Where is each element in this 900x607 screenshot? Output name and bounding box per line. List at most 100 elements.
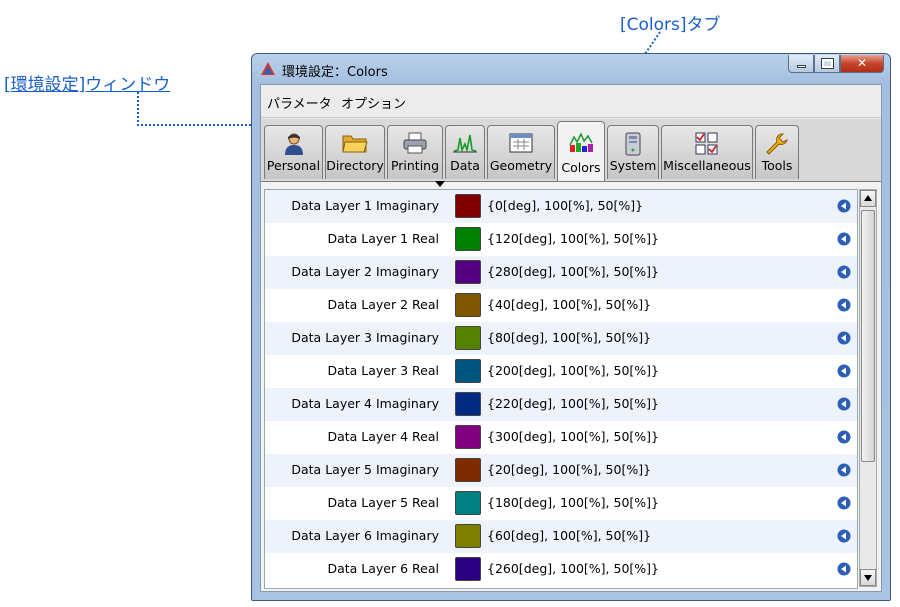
expand-arrow-icon[interactable]	[837, 364, 851, 378]
expand-arrow-icon[interactable]	[837, 529, 851, 543]
folder-icon	[342, 135, 368, 153]
wrench-icon	[766, 133, 788, 155]
row-label: Data Layer 1 Imaginary	[291, 198, 439, 213]
close-button[interactable]: ✕	[840, 55, 884, 73]
color-swatch-button[interactable]	[455, 458, 481, 482]
color-swatch-button[interactable]	[455, 260, 481, 284]
expand-arrow-icon[interactable]	[837, 463, 851, 477]
minimize-icon	[797, 65, 806, 68]
expand-arrow-icon[interactable]	[837, 496, 851, 510]
color-swatch-button[interactable]	[455, 524, 481, 548]
row-label: Data Layer 6 Real	[327, 561, 439, 576]
row-label: Data Layer 2 Real	[327, 297, 439, 312]
menu-parameters[interactable]: パラメータ	[267, 93, 332, 112]
expand-arrow-icon[interactable]	[837, 430, 851, 444]
row-label: Data Layer 5 Imaginary	[291, 462, 439, 477]
tab-label: Geometry	[489, 158, 553, 173]
tab-label: System	[609, 158, 657, 173]
expand-arrow-icon[interactable]	[837, 232, 851, 246]
row-value: {0[deg], 100[%], 50[%]}	[487, 198, 644, 213]
tab-data[interactable]: Data	[445, 125, 485, 179]
color-swatch-button[interactable]	[455, 194, 481, 218]
color-row: Data Layer 5 Imaginary {20[deg], 100[%],…	[265, 454, 857, 487]
expand-arrow-icon[interactable]	[837, 199, 851, 213]
expand-arrow-icon[interactable]	[837, 265, 851, 279]
tab-directory[interactable]: Directory	[325, 125, 385, 179]
color-swatch-button[interactable]	[455, 491, 481, 515]
row-label: Data Layer 4 Real	[327, 429, 439, 444]
row-value: {80[deg], 100[%], 50[%]}	[487, 330, 652, 345]
tab-label: Directory	[326, 158, 384, 173]
row-value: {20[deg], 100[%], 50[%]}	[487, 462, 652, 477]
data-plot-icon	[453, 134, 477, 154]
scroll-down-button[interactable]	[860, 569, 876, 586]
color-swatch-button[interactable]	[455, 557, 481, 581]
preferences-window: 環境設定：Colors ✕ パラメータ オプション Personal Direc…	[251, 53, 891, 601]
row-label: Data Layer 6 Imaginary	[291, 528, 439, 543]
expand-arrow-icon[interactable]	[837, 298, 851, 312]
window-client: パラメータ オプション Personal Directory Printing …	[260, 84, 882, 592]
color-row: Data Layer 1 Real {120[deg], 100[%], 50[…	[265, 223, 857, 256]
row-value: {40[deg], 100[%], 50[%]}	[487, 297, 652, 312]
color-swatch-button[interactable]	[455, 425, 481, 449]
printer-icon	[403, 132, 427, 154]
color-swatch-button[interactable]	[455, 227, 481, 251]
menu-options[interactable]: オプション	[341, 93, 406, 112]
geometry-icon	[509, 133, 533, 153]
expand-arrow-icon[interactable]	[837, 331, 851, 345]
scroll-up-button[interactable]	[860, 190, 876, 207]
maximize-button[interactable]	[814, 55, 840, 73]
row-label: Data Layer 4 Imaginary	[291, 396, 439, 411]
row-value: {120[deg], 100[%], 50[%]}	[487, 231, 659, 246]
tab-printing[interactable]: Printing	[387, 125, 443, 179]
scroll-thumb[interactable]	[861, 210, 875, 462]
row-value: {300[deg], 100[%], 50[%]}	[487, 429, 659, 444]
row-value: {220[deg], 100[%], 50[%]}	[487, 396, 659, 411]
expand-arrow-icon[interactable]	[837, 397, 851, 411]
tab-tools[interactable]: Tools	[755, 125, 799, 179]
color-row: Data Layer 4 Imaginary {220[deg], 100[%]…	[265, 388, 857, 421]
title-bar[interactable]: 環境設定：Colors ✕	[252, 54, 890, 84]
row-label: Data Layer 5 Real	[327, 495, 439, 510]
row-label: Data Layer 3 Imaginary	[291, 330, 439, 345]
color-swatch-button[interactable]	[455, 293, 481, 317]
color-row: Data Layer 6 Imaginary {60[deg], 100[%],…	[265, 520, 857, 553]
color-swatch-button[interactable]	[455, 392, 481, 416]
tab-miscellaneous[interactable]: Miscellaneous	[661, 125, 753, 179]
colors-panel: Data Layer 1 Imaginary {0[deg], 100[%], …	[261, 181, 881, 591]
tab-label: Data	[450, 158, 480, 173]
color-settings-list: Data Layer 1 Imaginary {0[deg], 100[%], …	[264, 189, 858, 589]
system-icon	[625, 132, 641, 156]
color-row: Data Layer 5 Real {180[deg], 100[%], 50[…	[265, 487, 857, 520]
vertical-scrollbar[interactable]	[859, 189, 877, 587]
tab-label: Colors	[561, 160, 601, 175]
color-row: Data Layer 1 Imaginary {0[deg], 100[%], …	[265, 190, 857, 223]
person-icon	[284, 133, 303, 155]
tab-label: Personal	[266, 158, 321, 173]
expand-arrow-icon[interactable]	[837, 562, 851, 576]
tab-system[interactable]: System	[607, 125, 659, 179]
minimize-button[interactable]	[788, 55, 814, 73]
color-row: Data Layer 6 Real {260[deg], 100[%], 50[…	[265, 553, 857, 586]
window-controls: ✕	[788, 55, 884, 73]
tab-label: Printing	[390, 158, 440, 173]
column-resize-marker-icon	[435, 181, 445, 187]
tab-personal[interactable]: Personal	[264, 125, 323, 179]
row-value: {60[deg], 100[%], 50[%]}	[487, 528, 652, 543]
menu-bar: パラメータ オプション	[261, 85, 881, 118]
maximize-icon	[822, 59, 833, 68]
color-row: Data Layer 2 Imaginary {280[deg], 100[%]…	[265, 256, 857, 289]
checkbox-grid-icon	[695, 132, 718, 155]
row-value: {280[deg], 100[%], 50[%]}	[487, 264, 659, 279]
color-swatch-button[interactable]	[455, 326, 481, 350]
row-label: Data Layer 3 Real	[327, 363, 439, 378]
color-row: Data Layer 2 Real {40[deg], 100[%], 50[%…	[265, 289, 857, 322]
app-logo-icon	[261, 62, 275, 75]
tab-geometry[interactable]: Geometry	[487, 125, 555, 179]
row-value: {180[deg], 100[%], 50[%]}	[487, 495, 659, 510]
window-title: 環境設定：Colors	[282, 65, 388, 80]
color-swatch-button[interactable]	[455, 359, 481, 383]
colors-icon	[569, 132, 593, 152]
tab-colors[interactable]: Colors	[557, 121, 605, 181]
color-row: Data Layer 4 Real {300[deg], 100[%], 50[…	[265, 421, 857, 454]
